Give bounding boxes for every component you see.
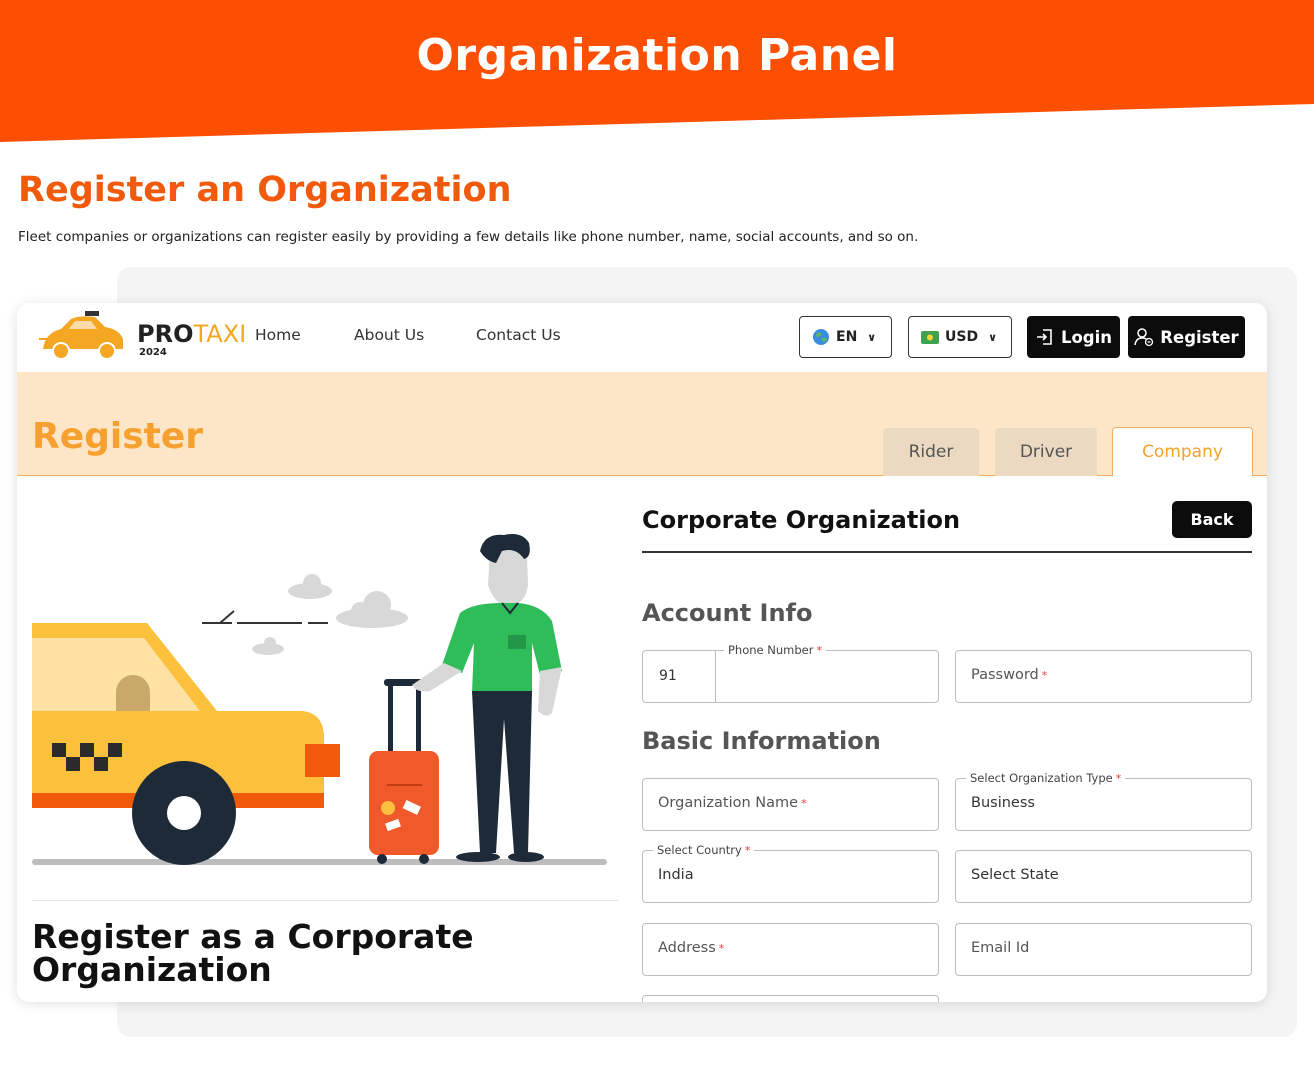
taxi-logo-icon <box>39 311 123 360</box>
left-divider <box>32 900 618 901</box>
organization-name-placeholder-text: Organization Name <box>658 795 799 811</box>
register-button[interactable]: Register <box>1128 316 1245 358</box>
tab-driver[interactable]: Driver <box>995 428 1097 476</box>
tab-rider[interactable]: Rider <box>883 428 979 476</box>
logo-pro-text: PRO <box>137 320 194 348</box>
header-banner: Organization Panel <box>0 0 1314 145</box>
currency-value: USD <box>945 329 979 345</box>
currency-select[interactable]: USD ∨ <box>908 316 1012 358</box>
organization-name-placeholder: Organization Name * <box>658 795 807 811</box>
logo-taxi-text: TAXI <box>193 320 247 348</box>
required-mark: * <box>801 797 807 810</box>
app-screenshot: PROTAXI 2024 Home About Us Contact Us EN… <box>17 303 1267 1002</box>
address-field[interactable]: Address * <box>642 923 939 976</box>
email-placeholder: Email Id <box>971 940 1030 956</box>
country-select[interactable]: Select Country * India <box>642 843 939 903</box>
required-mark: * <box>1041 669 1048 682</box>
logo-text: PROTAXI <box>137 320 246 348</box>
address-placeholder: Address * <box>658 940 724 956</box>
logo[interactable]: PROTAXI 2024 <box>39 309 249 365</box>
section-title: Register an Organization <box>18 170 512 210</box>
nav-home[interactable]: Home <box>255 326 301 344</box>
required-mark: * <box>816 644 822 657</box>
form-title: Corporate Organization <box>642 506 961 534</box>
register-label: Register <box>1160 327 1239 347</box>
nav-contact-us[interactable]: Contact Us <box>476 326 561 344</box>
money-icon <box>921 330 939 344</box>
state-placeholder: Select State <box>971 867 1059 883</box>
register-title: Register <box>32 416 204 457</box>
required-mark: * <box>1115 772 1122 785</box>
organization-name-field[interactable]: Organization Name * <box>642 778 939 831</box>
chevron-down-icon: ∨ <box>988 330 998 344</box>
state-select[interactable]: Select State <box>955 850 1252 903</box>
left-page-title: Register as a Corporate Organization <box>32 917 474 989</box>
form-title-divider <box>642 551 1252 553</box>
country-code-value: 91 <box>659 668 677 684</box>
account-info-title: Account Info <box>642 599 813 627</box>
next-field-partial[interactable] <box>642 995 939 1002</box>
register-header: Register Rider Driver Company <box>17 372 1267 477</box>
organization-type-label: Select Organization Type * <box>966 771 1126 785</box>
login-icon <box>1036 329 1052 345</box>
globe-icon <box>813 329 829 345</box>
section-description: Fleet companies or organizations can reg… <box>18 229 919 245</box>
organization-type-value: Business <box>971 795 1035 811</box>
taxi-illustration <box>32 534 607 865</box>
phone-number-label-text: Phone Number <box>728 643 814 657</box>
password-placeholder: Password * <box>971 667 1047 683</box>
phone-number-label: Phone Number * <box>724 643 826 657</box>
tab-company[interactable]: Company <box>1112 427 1253 477</box>
chevron-down-icon: ∨ <box>867 330 877 344</box>
nav-about-us[interactable]: About Us <box>354 326 424 344</box>
login-button[interactable]: Login <box>1027 316 1120 358</box>
login-label: Login <box>1060 327 1113 347</box>
organization-type-label-text: Select Organization Type <box>970 771 1113 785</box>
language-value: EN <box>836 329 858 345</box>
basic-info-title: Basic Information <box>642 727 881 755</box>
country-label-text: Select Country <box>657 843 742 857</box>
password-field[interactable]: Password * <box>955 650 1252 703</box>
country-label: Select Country * <box>653 843 755 857</box>
user-add-icon <box>1134 328 1154 347</box>
email-field[interactable]: Email Id <box>955 923 1252 976</box>
required-mark: * <box>744 844 751 857</box>
phone-number-field[interactable]: 91 Phone Number * <box>642 643 939 703</box>
back-button[interactable]: Back <box>1172 501 1252 538</box>
country-value: India <box>658 867 694 883</box>
navbar: PROTAXI 2024 Home About Us Contact Us EN… <box>17 303 1267 372</box>
required-mark: * <box>718 942 725 955</box>
organization-type-select[interactable]: Select Organization Type * Business <box>955 771 1252 831</box>
logo-year: 2024 <box>139 347 167 358</box>
country-code-field[interactable]: 91 <box>643 651 716 702</box>
banner-title: Organization Panel <box>416 30 898 81</box>
address-placeholder-text: Address <box>658 940 716 956</box>
language-select[interactable]: EN ∨ <box>799 316 892 358</box>
password-placeholder-text: Password <box>971 667 1039 683</box>
